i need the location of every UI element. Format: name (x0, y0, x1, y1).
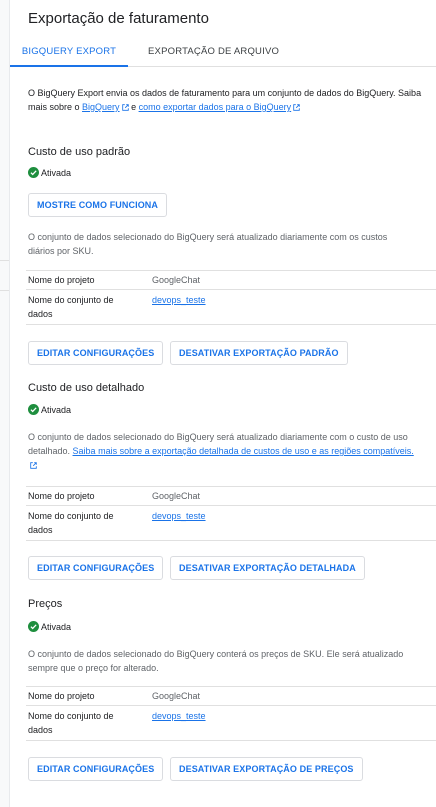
check-circle-icon (28, 404, 39, 415)
export-data-link-label: como exportar dados para o BigQuery (138, 102, 292, 112)
project-value: GoogleChat (152, 275, 201, 285)
intro-text-part: e (128, 102, 139, 112)
gutter-divider (0, 290, 9, 291)
show-how-it-works-button[interactable]: MOSTRE COMO FUNCIONA (28, 193, 167, 217)
project-row: Nome do projeto GoogleChat (26, 686, 436, 705)
status-label: Ativada (41, 622, 72, 632)
status-label: Ativada (41, 168, 72, 178)
disable-detailed-export-button[interactable]: DESATIVAR EXPORTAÇÃO DETALHADA (170, 556, 365, 580)
project-label: Nome do projeto (28, 691, 95, 701)
bigquery-link[interactable]: BigQuery (82, 102, 129, 112)
dataset-link[interactable]: devops_teste (152, 509, 206, 523)
project-row: Nome do projeto GoogleChat (26, 486, 436, 505)
external-link-icon (121, 104, 129, 111)
tab-bigquery-export[interactable]: BIGQUERY EXPORT (10, 38, 128, 67)
project-label: Nome do projeto (28, 491, 95, 501)
tab-file-export[interactable]: EXPORTAÇÃO DE ARQUIVO (148, 38, 279, 65)
billing-export-panel: Exportação de faturamento BIGQUERY EXPOR… (10, 0, 436, 807)
standard-section-title: Custo de uso padrão (28, 146, 131, 158)
detailed-details: Nome do projeto GoogleChat Nome do conju… (26, 486, 436, 541)
project-label: Nome do projeto (28, 275, 95, 285)
detailed-export-learn-more-label: Saiba mais sobre a exportação detalhada … (72, 446, 414, 456)
pricing-status: Ativada (28, 621, 71, 633)
detailed-export-learn-more-link[interactable]: Saiba mais sobre a exportação detalhada … (28, 446, 414, 470)
standard-details: Nome do projeto GoogleChat Nome do conju… (26, 270, 436, 325)
dataset-link[interactable]: devops_teste (152, 293, 206, 307)
project-value: GoogleChat (152, 491, 201, 501)
detailed-description: O conjunto de dados selecionado do BigQu… (28, 430, 416, 472)
dataset-link[interactable]: devops_teste (152, 709, 206, 723)
project-row: Nome do projeto GoogleChat (26, 270, 436, 289)
project-value: GoogleChat (152, 691, 201, 701)
external-link-icon (293, 104, 300, 111)
export-data-link[interactable]: como exportar dados para o BigQuery (139, 102, 301, 112)
tab-bar: BIGQUERY EXPORT EXPORTAÇÃO DE ARQUIVO (10, 38, 436, 67)
bigquery-link-label: BigQuery (82, 102, 120, 112)
status-label: Ativada (41, 405, 72, 415)
intro-text: O BigQuery Export envia os dados de fatu… (28, 86, 424, 114)
gutter-divider (0, 260, 9, 261)
edit-settings-button[interactable]: EDITAR CONFIGURAÇÕES (28, 341, 164, 365)
edit-settings-button[interactable]: EDITAR CONFIGURAÇÕES (28, 556, 164, 580)
dataset-row: Nome do conjunto de dados devops_teste (26, 705, 436, 741)
detailed-status: Ativada (28, 404, 71, 416)
check-circle-icon (28, 621, 39, 632)
dataset-label: Nome do conjunto de dados (28, 295, 114, 319)
dataset-row: Nome do conjunto de dados devops_teste (26, 505, 436, 541)
disable-standard-export-button[interactable]: DESATIVAR EXPORTAÇÃO PADRÃO (170, 341, 348, 365)
edit-settings-button[interactable]: EDITAR CONFIGURAÇÕES (28, 757, 164, 781)
dataset-row: Nome do conjunto de dados devops_teste (26, 289, 436, 325)
standard-description: O conjunto de dados selecionado do BigQu… (28, 232, 388, 256)
left-gutter (0, 0, 10, 807)
standard-status: Ativada (28, 167, 71, 179)
external-link-icon (30, 462, 37, 469)
disable-pricing-export-button[interactable]: DESATIVAR EXPORTAÇÃO DE PREÇOS (170, 757, 363, 781)
pricing-section-title: Preços (28, 598, 63, 610)
check-circle-icon (28, 167, 39, 178)
dataset-label: Nome do conjunto de dados (28, 511, 114, 535)
pricing-description: O conjunto de dados selecionado do BigQu… (28, 649, 404, 673)
pricing-details: Nome do projeto GoogleChat Nome do conju… (26, 686, 436, 741)
dataset-label: Nome do conjunto de dados (28, 711, 114, 735)
detailed-section-title: Custo de uso detalhado (28, 382, 145, 394)
page-title: Exportação de faturamento (28, 10, 209, 27)
